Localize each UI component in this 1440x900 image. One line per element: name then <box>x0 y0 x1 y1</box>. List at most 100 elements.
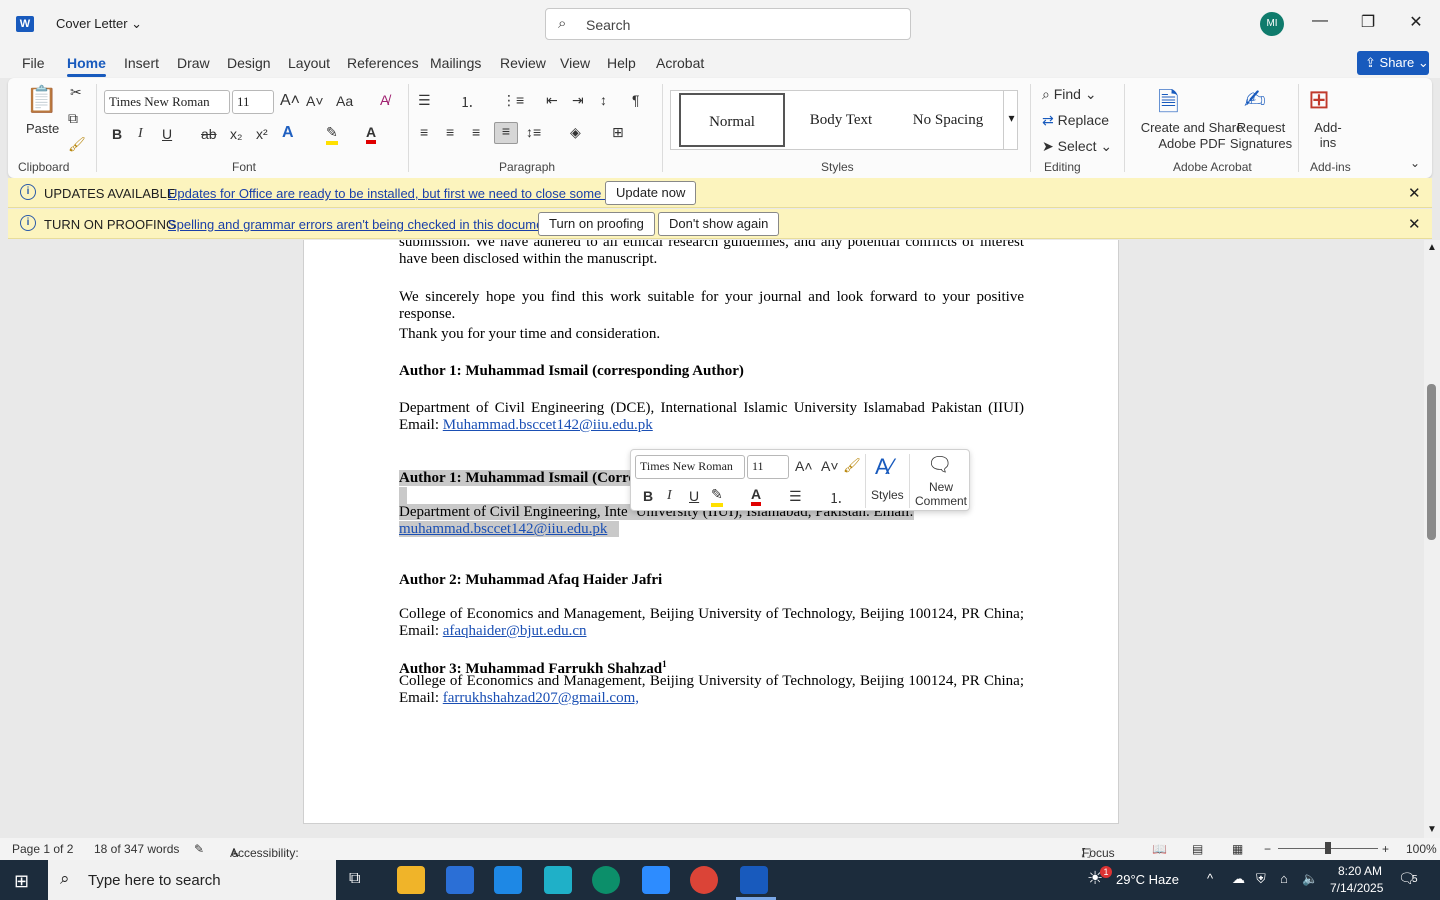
task-view-icon[interactable]: ⧉ <box>349 870 360 888</box>
justify-icon[interactable]: ≡ <box>494 122 518 144</box>
turn-on-proofing-button[interactable]: Turn on proofing <box>538 212 655 236</box>
network-icon[interactable]: ⌂ <box>1280 871 1288 886</box>
restore-icon[interactable]: ❐ <box>1353 12 1383 32</box>
clear-formatting-icon[interactable]: A̸ <box>380 92 389 108</box>
bullets-icon[interactable]: ☰ <box>789 488 802 505</box>
grow-font-icon[interactable]: A˄ <box>280 92 300 110</box>
read-mode-icon[interactable]: 📖 <box>1152 842 1167 856</box>
search-input[interactable]: ⌕ Search <box>545 8 911 40</box>
weather-text[interactable]: 29°C Haze <box>1116 872 1179 887</box>
paste-button[interactable]: Paste <box>26 121 59 136</box>
shrink-font-icon[interactable]: A˅ <box>821 458 839 474</box>
copy-icon[interactable]: ⧉ <box>68 110 78 127</box>
shading-icon[interactable]: ◈ <box>570 124 581 141</box>
tab-acrobat[interactable]: Acrobat <box>656 55 704 71</box>
mini-font-size-select[interactable]: 11 <box>747 455 789 479</box>
tab-file[interactable]: File <box>22 55 45 71</box>
document-title[interactable]: Cover Letter ⌄ <box>56 16 142 32</box>
cut-icon[interactable]: ✂ <box>70 84 82 101</box>
strikethrough-icon[interactable]: ab <box>201 126 217 142</box>
subscript-icon[interactable]: x₂ <box>230 126 242 142</box>
message-link[interactable]: Spelling and grammar errors aren't being… <box>168 217 558 232</box>
taskbar-search[interactable]: ⌕ Type here to search <box>48 860 336 900</box>
share-button[interactable]: ⇪ Share ⌄ <box>1357 51 1429 75</box>
superscript-icon[interactable]: x² <box>256 126 268 142</box>
zoom-slider-thumb[interactable] <box>1325 842 1331 854</box>
new-comment-button[interactable]: New Comment <box>913 480 969 508</box>
mail-icon[interactable] <box>494 866 522 894</box>
edge-icon[interactable] <box>592 866 620 894</box>
sort-icon[interactable]: ↕ <box>600 92 607 108</box>
author-affiliation[interactable]: Department of Civil Engineering (DCE), I… <box>399 400 1024 434</box>
avatar[interactable]: MI <box>1260 12 1284 36</box>
italic-icon[interactable]: I <box>138 126 143 142</box>
dont-show-again-button[interactable]: Don't show again <box>658 212 780 236</box>
decrease-indent-icon[interactable]: ⇤ <box>546 92 558 109</box>
new-comment-icon[interactable]: 🗨 <box>927 452 952 477</box>
email-link[interactable]: Muhammad.bsccet142@iiu.edu.pk <box>443 417 653 433</box>
chevron-up-icon[interactable]: ^ <box>1207 871 1213 886</box>
tab-layout[interactable]: Layout <box>288 55 330 71</box>
paragraph[interactable]: Thank you for your time and consideratio… <box>399 326 1024 343</box>
page-count[interactable]: Page 1 of 2 <box>12 842 73 856</box>
volume-icon[interactable]: 🔈 <box>1302 871 1318 887</box>
align-right-icon[interactable]: ≡ <box>472 124 480 140</box>
style-normal[interactable]: Normal <box>679 93 785 147</box>
paragraph[interactable]: We sincerely hope you find this work sui… <box>399 289 1024 323</box>
web-layout-icon[interactable]: ▦ <box>1232 842 1243 856</box>
document-page[interactable]: submission. We have adhered to all ethic… <box>303 240 1119 824</box>
tab-references[interactable]: References <box>347 55 419 71</box>
security-icon[interactable]: ⛨ <box>1256 871 1266 887</box>
change-case-icon[interactable]: Aa <box>336 93 353 109</box>
italic-icon[interactable]: I <box>667 488 672 504</box>
numbering-icon[interactable]: ⒈ <box>829 488 843 508</box>
request-signatures-button[interactable]: Request Signatures <box>1226 120 1296 152</box>
selected-email[interactable]: muhammad.bsccet142@iiu.edu.pk <box>399 521 1024 538</box>
line-spacing-icon[interactable]: ↕≡ <box>526 124 541 140</box>
bold-icon[interactable]: B <box>643 488 653 504</box>
zoom-app-icon[interactable] <box>642 866 670 894</box>
word-taskbar-icon[interactable] <box>740 866 768 894</box>
zoom-in-icon[interactable]: + <box>1382 842 1389 856</box>
message-link[interactable]: Updates for Office are ready to be insta… <box>168 186 637 201</box>
find-button[interactable]: ⌕ Find ⌄ <box>1042 86 1097 103</box>
app-icon[interactable] <box>544 866 572 894</box>
style-body-text[interactable]: Body Text <box>787 93 895 147</box>
tab-design[interactable]: Design <box>227 55 271 71</box>
shrink-font-icon[interactable]: A˅ <box>306 93 324 109</box>
align-center-icon[interactable]: ≡ <box>446 124 454 140</box>
styles-more-icon[interactable]: ▾ <box>1003 90 1019 150</box>
add-ins-button[interactable]: Add-ins <box>1306 120 1350 150</box>
zoom-out-icon[interactable]: − <box>1264 842 1271 856</box>
author-affiliation[interactable]: College of Economics and Management, Bei… <box>399 673 1024 707</box>
select-button[interactable]: ➤ Select ⌄ <box>1042 138 1112 155</box>
close-icon[interactable]: ✕ <box>1401 12 1431 32</box>
author-heading[interactable]: Author 1: Muhammad Ismail (corresponding… <box>399 363 1024 380</box>
style-no-spacing[interactable]: No Spacing <box>897 93 999 147</box>
text-effects-icon[interactable]: A <box>282 124 294 142</box>
close-icon[interactable]: ✕ <box>1408 215 1421 233</box>
bullets-icon[interactable]: ☰ <box>418 92 431 109</box>
windows-start-icon[interactable]: ⊞ <box>14 871 29 892</box>
author-heading[interactable]: Author 2: Muhammad Afaq Haider Jafri <box>399 572 1024 589</box>
underline-icon[interactable]: U <box>689 488 699 504</box>
show-formatting-icon[interactable]: ¶ <box>632 92 640 108</box>
onedrive-icon[interactable]: ☁ <box>1232 871 1245 887</box>
author-affiliation[interactable]: College of Economics and Management, Bei… <box>399 606 1024 640</box>
close-icon[interactable]: ✕ <box>1408 184 1421 202</box>
scrollbar-thumb[interactable] <box>1427 384 1436 540</box>
font-size-select[interactable]: 11 <box>232 90 274 114</box>
grow-font-icon[interactable]: A˄ <box>795 458 813 474</box>
email-link[interactable]: muhammad.bsccet142@iiu.edu.pk <box>399 521 607 537</box>
bold-icon[interactable]: B <box>112 126 122 142</box>
align-left-icon[interactable]: ≡ <box>420 124 428 140</box>
file-explorer-icon[interactable] <box>397 866 425 894</box>
increase-indent-icon[interactable]: ⇥ <box>572 92 584 109</box>
numbering-icon[interactable]: ⒈ <box>460 92 474 112</box>
tab-home[interactable]: Home <box>67 55 106 77</box>
tab-review[interactable]: Review <box>500 55 546 71</box>
tab-view[interactable]: View <box>560 55 590 71</box>
format-painter-icon[interactable]: 🖌 <box>68 136 86 153</box>
word-count[interactable]: 18 of 347 words <box>94 842 179 856</box>
borders-icon[interactable]: ⊞ <box>612 124 624 141</box>
